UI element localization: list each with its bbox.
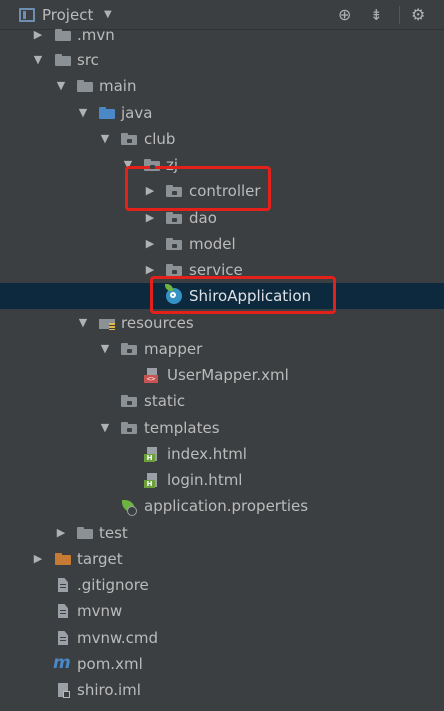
text-file-icon xyxy=(55,577,71,593)
tree-item-label: java xyxy=(121,104,153,122)
tree-item-label: mapper xyxy=(144,340,203,358)
folder-icon xyxy=(121,393,137,409)
collapse-arrow-icon[interactable]: ▼ xyxy=(76,105,90,121)
maven-icon: m xyxy=(53,653,71,673)
expand-arrow-icon[interactable]: ▶ xyxy=(31,551,45,567)
tree-item-label: UserMapper.xml xyxy=(167,366,289,384)
tree-item-mvnw[interactable]: mvnw xyxy=(0,598,444,624)
tree-item-label: application.properties xyxy=(144,497,309,515)
package-icon xyxy=(166,210,182,226)
view-mode-dropdown-icon[interactable]: ▼ xyxy=(104,9,112,20)
tree-item-mvn[interactable]: ▶ .mvn xyxy=(0,22,444,48)
expand-arrow-icon[interactable]: ▶ xyxy=(31,27,45,43)
tree-item-label: club xyxy=(144,130,176,148)
tree-item-login-html[interactable]: H login.html xyxy=(0,467,444,493)
folder-icon xyxy=(55,27,71,43)
tree-item-label: resources xyxy=(121,314,194,332)
tree-item-label: main xyxy=(99,77,137,95)
folder-icon xyxy=(77,78,93,94)
collapse-arrow-icon[interactable]: ▼ xyxy=(31,52,45,68)
collapse-arrow-icon[interactable]: ▼ xyxy=(98,341,112,357)
tree-item-label: index.html xyxy=(167,445,247,463)
spring-properties-icon xyxy=(121,498,137,516)
tree-item-label: static xyxy=(144,392,186,410)
folder-icon xyxy=(55,52,71,68)
tree-item-index-html[interactable]: H index.html xyxy=(0,441,444,467)
tree-item-label: dao xyxy=(189,209,217,227)
tree-item-label: login.html xyxy=(167,471,243,489)
project-tree[interactable]: ▶ .mvn ▼ src ▼ main ▼ java ▼ club ▼ zj ▶… xyxy=(0,26,444,711)
tree-item-label: mvnw.cmd xyxy=(77,629,159,647)
tree-item-mvnw-cmd[interactable]: mvnw.cmd xyxy=(0,625,444,651)
tree-item-label: pom.xml xyxy=(77,655,143,673)
iml-file-icon xyxy=(55,682,71,698)
collapse-arrow-icon[interactable]: ▼ xyxy=(76,315,90,331)
tree-item-label: .mvn xyxy=(77,26,115,44)
tree-item-target[interactable]: ▶ target xyxy=(0,546,444,572)
xml-file-icon: <> xyxy=(144,367,160,383)
tree-item-club[interactable]: ▼ club xyxy=(0,126,444,152)
expand-arrow-icon[interactable]: ▶ xyxy=(143,210,157,226)
expand-arrow-icon[interactable]: ▶ xyxy=(143,236,157,252)
tree-item-label: .gitignore xyxy=(77,576,149,594)
tree-item-label: src xyxy=(77,51,99,69)
html-file-icon: H xyxy=(144,472,160,488)
folder-icon xyxy=(121,341,137,357)
text-file-icon xyxy=(55,603,71,619)
tree-item-label: shiro.iml xyxy=(77,681,141,699)
tree-item-shiro-iml[interactable]: shiro.iml xyxy=(0,677,444,703)
tree-item-gitignore[interactable]: .gitignore xyxy=(0,572,444,598)
resources-folder-icon xyxy=(99,315,115,331)
tree-item-test[interactable]: ▶ test xyxy=(0,520,444,546)
tree-item-user-mapper-xml[interactable]: <> UserMapper.xml xyxy=(0,362,444,388)
tree-item-pom-xml[interactable]: m pom.xml xyxy=(0,651,444,677)
tree-item-label: templates xyxy=(144,419,220,437)
tree-item-java[interactable]: ▼ java xyxy=(0,100,444,126)
tree-item-application-properties[interactable]: application.properties xyxy=(0,493,444,519)
annotation-highlight-shiro-application xyxy=(150,276,336,314)
tree-item-mapper[interactable]: ▼ mapper xyxy=(0,336,444,362)
tree-item-src[interactable]: ▼ src xyxy=(0,47,444,73)
collapse-arrow-icon[interactable]: ▼ xyxy=(54,78,68,94)
html-file-icon: H xyxy=(144,446,160,462)
tree-item-model[interactable]: ▶ model xyxy=(0,231,444,257)
tree-item-main[interactable]: ▼ main xyxy=(0,73,444,99)
tree-item-label: test xyxy=(99,524,128,542)
package-icon xyxy=(121,131,137,147)
annotation-highlight-controller xyxy=(125,166,271,211)
tree-item-static[interactable]: static xyxy=(0,388,444,414)
tree-item-label: mvnw xyxy=(77,602,123,620)
tree-item-label: target xyxy=(77,550,123,568)
collapse-arrow-icon[interactable]: ▼ xyxy=(98,420,112,436)
text-file-icon xyxy=(55,630,71,646)
expand-arrow-icon[interactable]: ▶ xyxy=(54,525,68,541)
source-folder-icon xyxy=(99,105,115,121)
folder-icon xyxy=(121,420,137,436)
package-icon xyxy=(166,236,182,252)
folder-icon xyxy=(77,525,93,541)
collapse-arrow-icon[interactable]: ▼ xyxy=(98,131,112,147)
excluded-folder-icon xyxy=(55,551,71,567)
tree-item-templates[interactable]: ▼ templates xyxy=(0,415,444,441)
tree-item-label: model xyxy=(189,235,236,253)
project-view-icon xyxy=(19,8,35,22)
